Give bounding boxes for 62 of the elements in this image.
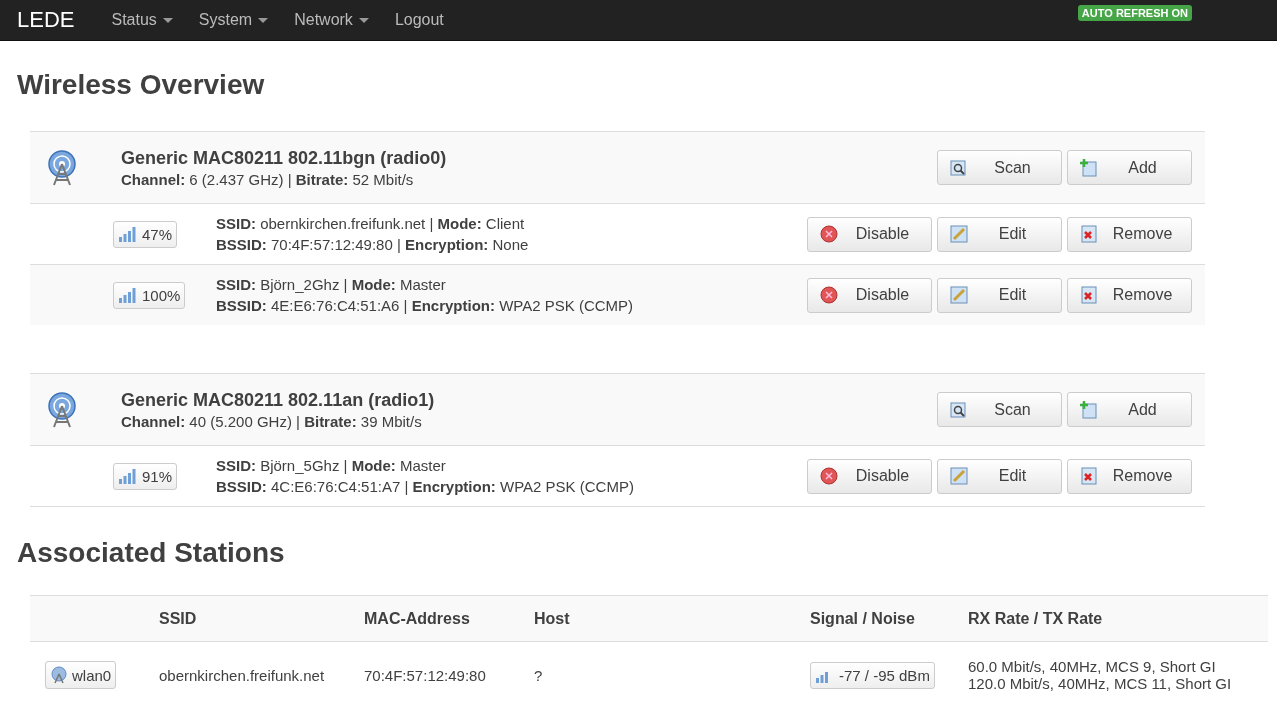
radio-details: Channel: 40 (5.200 GHz) | Bitrate: 39 Mbit/s [121, 412, 423, 430]
signal-noise-badge: -77 / -95 dBm [810, 661, 935, 689]
signal-bars-icon [118, 226, 138, 242]
radio-tower-icon [50, 666, 68, 684]
edit-pencil-icon [950, 286, 968, 304]
disable-button[interactable]: Disable [807, 458, 932, 494]
remove-button[interactable]: Remove [1067, 277, 1192, 313]
edit-pencil-icon [950, 467, 968, 485]
table-cell-text: obernkirchen.freifunk.net [159, 666, 326, 684]
remove-button[interactable]: Remove [1067, 458, 1192, 494]
network-bssid-encryption: BSSID: 4E:E6:76:C4:51:A6 | Encryption: WPA2 PSK (CCMP) [216, 297, 635, 314]
edit-button[interactable]: Edit [937, 277, 1062, 313]
radio-name: Generic MAC80211 802.11an (radio1) [121, 389, 436, 411]
signal-bars-icon [118, 468, 138, 484]
stop-icon [820, 225, 838, 243]
column-header: MAC-Address [364, 609, 471, 628]
edit-button[interactable]: Edit [937, 216, 1062, 252]
table-cell-text: ? [534, 666, 544, 684]
menu-item[interactable]: Network [294, 11, 369, 29]
radio-details: Channel: 6 (2.437 GHz) | Bitrate: 52 Mbit/s [121, 170, 415, 188]
section-heading: Associated Stations [17, 537, 286, 569]
page-heading: Wireless Overview [17, 69, 266, 101]
remove-page-icon [1080, 467, 1098, 485]
remove-button[interactable]: Remove [1067, 216, 1192, 252]
column-header: Host [534, 609, 571, 628]
disable-button[interactable]: Disable [807, 277, 932, 313]
stop-icon [820, 286, 838, 304]
tx-rate: 120.0 Mbit/s, 40MHz, MCS 11, Short GI [968, 675, 1233, 692]
magnifier-icon [950, 400, 968, 419]
signal-quality-badge: 47% [113, 220, 178, 248]
disable-button[interactable]: Disable [807, 216, 932, 252]
column-header: Signal / Noise [810, 609, 916, 628]
add-button[interactable]: Add [1067, 392, 1192, 427]
radio-name: Generic MAC80211 802.11bgn (radio0) [121, 147, 448, 169]
menu-item[interactable]: System [198, 11, 269, 29]
scan-button[interactable]: Scan [937, 150, 1062, 185]
signal-quality-badge: 100% [113, 281, 186, 309]
rx-rate: 60.0 Mbit/s, 40MHz, MCS 9, Short GI [968, 658, 1217, 675]
add-button[interactable]: Add [1067, 150, 1192, 185]
signal-quality-badge: 91% [113, 462, 178, 490]
network-ssid-mode: SSID: Björn_5Ghz | Mode: Master [216, 457, 447, 474]
magnifier-icon [950, 158, 968, 177]
network-bssid-encryption: BSSID: 4C:E6:76:C4:51:A7 | Encryption: WPA2 PSK (CCMP) [216, 478, 635, 495]
edit-button[interactable]: Edit [937, 458, 1062, 494]
network-bssid-encryption: BSSID: 70:4F:57:12:49:80 | Encryption: None [216, 236, 530, 253]
network-ssid-mode: SSID: obernkirchen.freifunk.net | Mode: Client [216, 215, 526, 232]
table-cell-text: 70:4F:57:12:49:80 [364, 666, 487, 684]
network-ssid-mode: SSID: Björn_2Ghz | Mode: Master [216, 276, 447, 293]
signal-bars-icon [118, 287, 138, 303]
remove-page-icon [1080, 225, 1098, 243]
add-page-icon [1080, 158, 1098, 177]
interface-badge: wlan0 [45, 661, 117, 689]
stop-icon [820, 467, 838, 485]
add-page-icon [1080, 400, 1098, 419]
edit-pencil-icon [950, 225, 968, 243]
remove-page-icon [1080, 286, 1098, 304]
column-header: SSID [159, 609, 198, 628]
menu-item[interactable]: Status [111, 11, 173, 29]
scan-button[interactable]: Scan [937, 392, 1062, 427]
menu-item[interactable]: Logout [394, 11, 444, 29]
column-header: RX Rate / TX Rate [968, 609, 1104, 628]
brand-logo[interactable]: LEDE [17, 7, 75, 33]
